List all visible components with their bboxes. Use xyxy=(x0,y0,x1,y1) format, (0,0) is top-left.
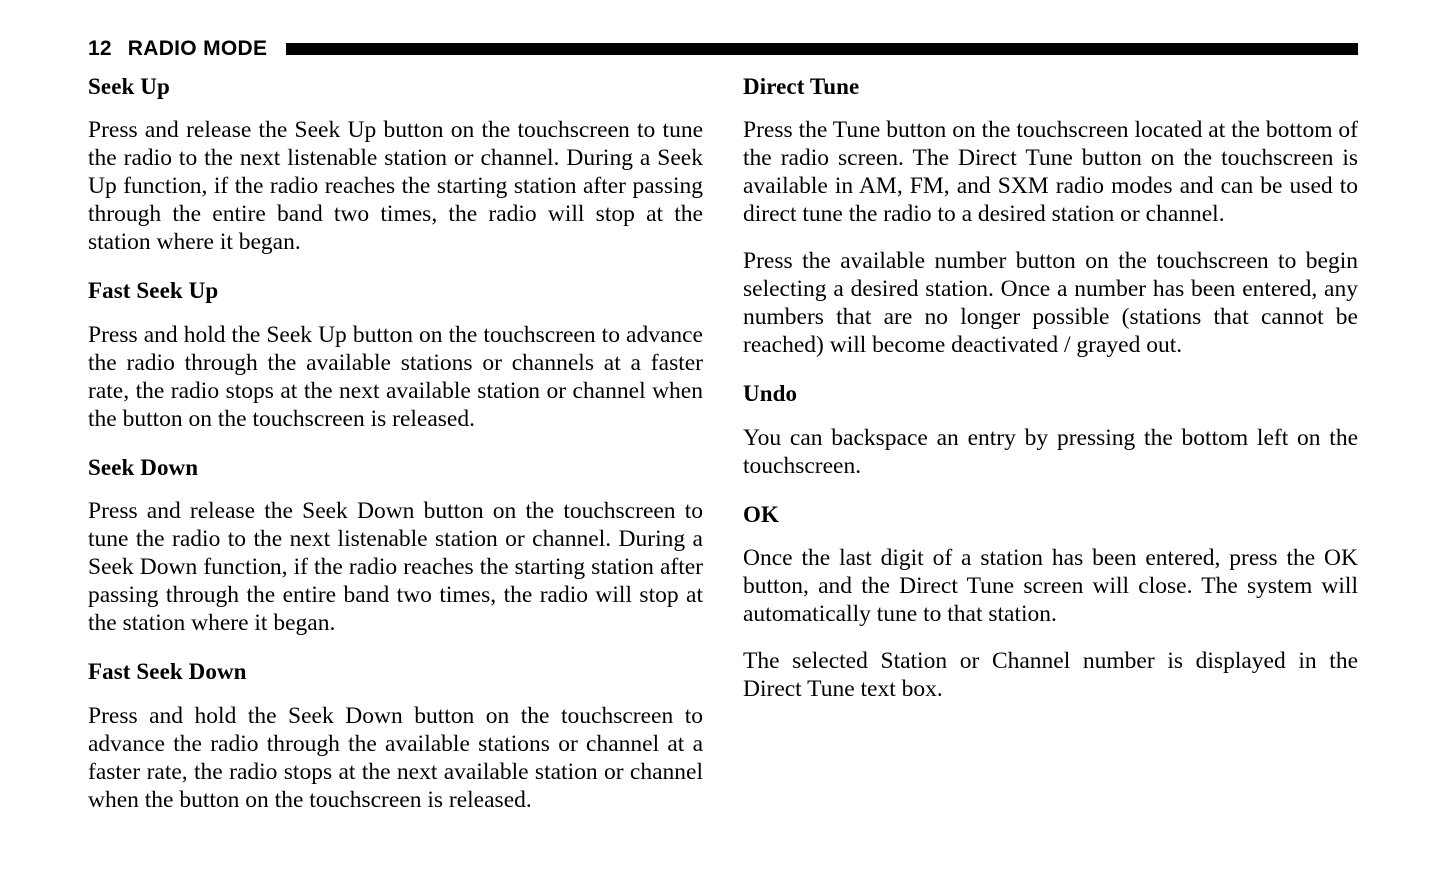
paragraph-fast-seek-up-1: Press and hold the Seek Up button on the… xyxy=(88,321,703,432)
paragraph-fast-seek-down-1: Press and hold the Seek Down button on t… xyxy=(88,702,703,813)
paragraph-direct-tune-1: Press the Tune button on the touchscreen… xyxy=(743,117,1358,228)
paragraph-direct-tune-2: Press the available number button on the… xyxy=(743,248,1358,359)
paragraph-ok-2: The selected Station or Channel number i… xyxy=(743,648,1358,703)
paragraph-undo-1: You can backspace an entry by pressing t… xyxy=(743,424,1358,479)
section-heading-fast-seek-up: Fast Seek Up xyxy=(88,278,219,304)
page-title: RADIO MODE xyxy=(127,36,268,60)
right-column: Direct Tune Press the Tune button on the… xyxy=(743,74,1358,854)
section-seek-down: Seek Down Press and release the Seek Dow… xyxy=(88,455,703,637)
paragraph-seek-down-1: Press and release the Seek Down button o… xyxy=(88,498,703,637)
page-running-header: 12 RADIO MODE xyxy=(88,33,1358,63)
paragraph-ok-1: Once the last digit of a station has bee… xyxy=(743,545,1358,628)
section-heading-seek-up: Seek Up xyxy=(88,74,170,99)
section-heading-seek-down: Seek Down xyxy=(88,454,199,480)
section-heading-ok: OK xyxy=(743,501,779,527)
page-body: Seek Up Press and release the Seek Up bu… xyxy=(88,74,1358,854)
section-ok: OK Once the last digit of a station has … xyxy=(743,502,1358,703)
manual-page: 12 RADIO MODE Seek Up Press and release … xyxy=(0,0,1445,874)
section-heading-direct-tune: Direct Tune xyxy=(743,74,860,99)
paragraph-seek-up-1: Press and release the Seek Up button on … xyxy=(88,117,703,256)
section-undo: Undo You can backspace an entry by press… xyxy=(743,381,1358,479)
section-fast-seek-up: Fast Seek Up Press and hold the Seek Up … xyxy=(88,278,703,432)
section-seek-up: Seek Up Press and release the Seek Up bu… xyxy=(88,74,703,256)
section-direct-tune: Direct Tune Press the Tune button on the… xyxy=(743,74,1358,359)
section-heading-fast-seek-down: Fast Seek Down xyxy=(88,659,247,685)
left-column: Seek Up Press and release the Seek Up bu… xyxy=(88,74,703,854)
page-number: 12 xyxy=(88,36,112,60)
section-heading-undo: Undo xyxy=(743,381,798,407)
section-fast-seek-down: Fast Seek Down Press and hold the Seek D… xyxy=(88,659,703,813)
header-rule-bar xyxy=(286,43,1358,55)
